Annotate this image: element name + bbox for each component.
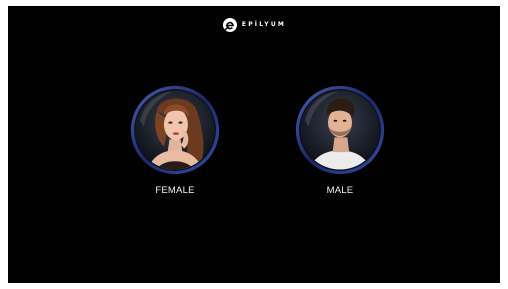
epilyum-e-logo-icon (222, 18, 237, 32)
male-option-button[interactable]: MALE (280, 84, 400, 196)
brand-name: EPİLYUM (241, 21, 287, 28)
gender-selection-screen: EPİLYUM FEMALE MALE (8, 6, 500, 283)
male-label: MALE (326, 185, 354, 196)
brand-logo: EPİLYUM (8, 17, 500, 33)
male-portrait-icon (295, 85, 385, 175)
female-option-button[interactable]: FEMALE (115, 84, 235, 196)
female-label: FEMALE (155, 185, 195, 196)
female-portrait-icon (130, 85, 220, 175)
